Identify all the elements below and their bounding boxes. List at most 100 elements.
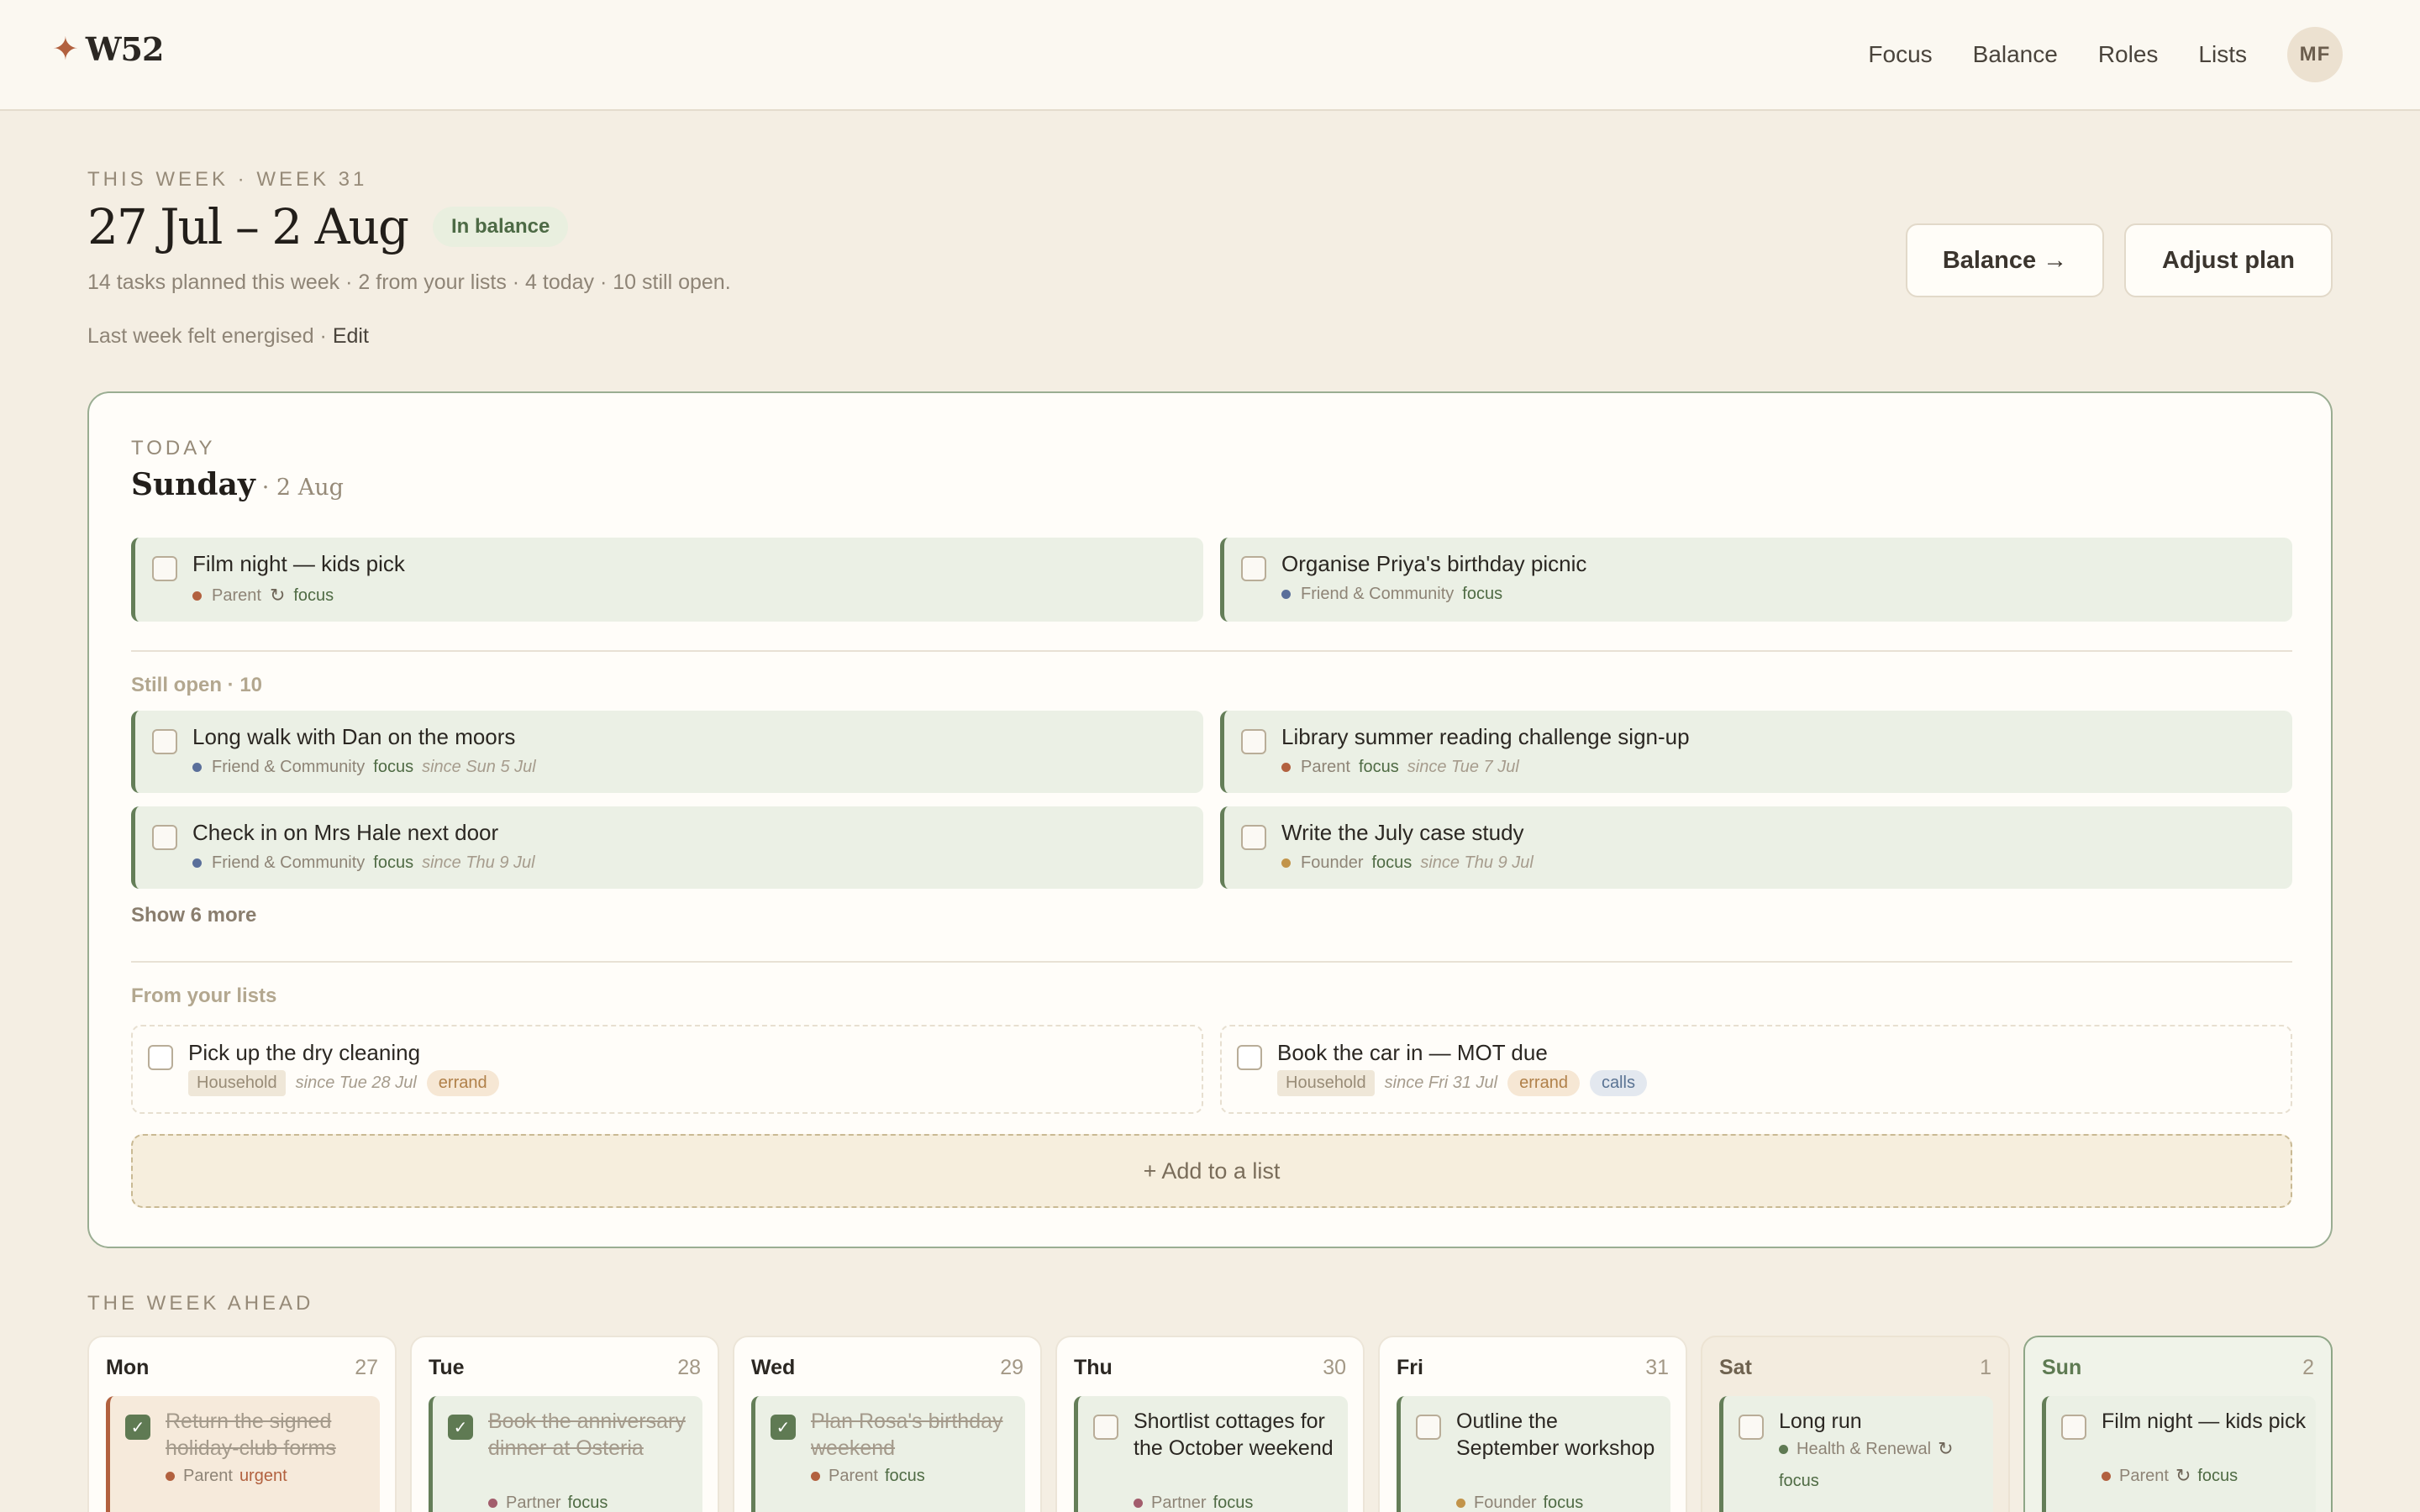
day-number: 30 — [1323, 1356, 1346, 1379]
day-column-fri: Fri 31 Outline the September workshop Fo… — [1378, 1336, 1687, 1512]
repeat-icon: ↻ — [1938, 1438, 1954, 1459]
nav-focus[interactable]: Focus — [1868, 41, 1932, 68]
adjust-plan-button[interactable]: Adjust plan — [2124, 223, 2333, 297]
app-logo[interactable]: ✦ W52 — [52, 30, 164, 68]
task-tag: focus — [293, 585, 334, 605]
task-title: Book the car in — MOT due — [1277, 1040, 1548, 1065]
task-checkbox[interactable] — [2061, 1415, 2086, 1440]
nav-roles[interactable]: Roles — [2098, 41, 2159, 68]
day-task[interactable]: ✓ Return the signed holiday-club forms P… — [106, 1396, 380, 1512]
day-column-mon: Mon 27 ✓ Return the signed holiday-club … — [87, 1336, 397, 1512]
week-feeling: Last week felt energised · Edit — [87, 324, 369, 349]
task-since: since Tue 7 Jul — [1407, 758, 1519, 776]
star-icon: ✦ — [52, 31, 79, 67]
task-title: Long walk with Dan on the moors — [192, 724, 516, 749]
task-card[interactable]: Film night — kids pick Parent ↻ focus — [131, 538, 1203, 622]
lists-label: From your lists — [131, 984, 277, 1007]
day-name: Wed — [751, 1356, 796, 1379]
task-title: Film night — kids pick — [192, 551, 405, 576]
task-role: Founder — [1474, 1494, 1537, 1512]
task-title: Return the signed holiday-club forms — [166, 1410, 336, 1460]
day-name: Mon — [106, 1356, 150, 1379]
task-tag: focus — [2197, 1467, 2238, 1485]
task-since: since Thu 9 Jul — [422, 853, 535, 872]
task-checkbox[interactable] — [1241, 729, 1266, 754]
task-tag: focus — [1213, 1494, 1254, 1512]
today-card: TODAY Sunday · 2 Aug Film night — kids p… — [87, 391, 2333, 1248]
role-dot-icon — [1456, 1498, 1465, 1508]
day-task[interactable]: Outline the September workshop Founder f… — [1397, 1396, 1670, 1512]
task-card[interactable]: Library summer reading challenge sign-up… — [1220, 711, 2292, 793]
show-more-link[interactable]: Show 6 more — [131, 904, 256, 927]
list-task-card[interactable]: Pick up the dry cleaning Household since… — [131, 1025, 1203, 1114]
task-since: since Thu 9 Jul — [1420, 853, 1534, 872]
task-tag: urgent — [239, 1467, 287, 1485]
task-tag: focus — [373, 758, 414, 776]
repeat-icon: ↻ — [269, 585, 286, 606]
task-checkbox[interactable] — [152, 556, 177, 581]
role-dot-icon — [192, 763, 202, 772]
day-name: Sat — [1719, 1356, 1752, 1379]
today-day: Sunday — [131, 467, 255, 502]
task-checkbox[interactable] — [152, 729, 177, 754]
task-tag: focus — [1543, 1494, 1584, 1512]
feeling-text: Last week felt energised · — [87, 324, 327, 348]
day-number: 31 — [1645, 1356, 1669, 1379]
role-dot-icon — [1134, 1498, 1143, 1508]
tag-pill: errand — [1507, 1070, 1580, 1096]
day-number: 29 — [1000, 1356, 1023, 1379]
task-title: Outline the September workshop — [1456, 1410, 1655, 1460]
task-card[interactable]: Long walk with Dan on the moors Friend &… — [131, 711, 1203, 793]
task-meta: Founder focus since Thu 9 Jul — [1281, 853, 1534, 873]
day-column-sun: Sun 2 Film night — kids pick Parent ↻ fo… — [2023, 1336, 2333, 1512]
task-checkbox[interactable] — [1241, 556, 1266, 581]
day-task[interactable]: Long run Health & Renewal ↻ focus — [1719, 1396, 1993, 1512]
role-dot-icon — [192, 591, 202, 601]
task-role: Friend & Community — [212, 758, 366, 776]
balance-button[interactable]: Balance → — [1906, 223, 2104, 297]
today-heading: Sunday · 2 Aug — [131, 467, 344, 502]
task-checkbox[interactable] — [1237, 1045, 1262, 1070]
day-task[interactable]: ✓ Plan Rosa's birthday weekend Parent fo… — [751, 1396, 1025, 1512]
task-meta: Founder focus — [1456, 1490, 1675, 1512]
task-card[interactable]: Write the July case study Founder focus … — [1220, 806, 2292, 889]
nav-lists[interactable]: Lists — [2198, 41, 2247, 68]
task-checkbox[interactable] — [1416, 1415, 1441, 1440]
task-checkbox[interactable] — [1739, 1415, 1764, 1440]
day-column-wed: Wed 29 ✓ Plan Rosa's birthday weekend Pa… — [733, 1336, 1042, 1512]
check-icon[interactable]: ✓ — [125, 1415, 150, 1440]
task-title: Plan Rosa's birthday weekend — [811, 1410, 1003, 1460]
edit-feeling-link[interactable]: Edit — [333, 324, 369, 348]
task-role: Parent — [1301, 758, 1350, 776]
day-task[interactable]: Shortlist cottages for the October weeke… — [1074, 1396, 1348, 1512]
task-checkbox[interactable] — [1241, 825, 1266, 850]
task-card[interactable]: Check in on Mrs Hale next door Friend & … — [131, 806, 1203, 889]
task-checkbox[interactable] — [152, 825, 177, 850]
day-task[interactable]: Film night — kids pick Parent ↻ focus — [2042, 1396, 2316, 1512]
task-since: since Sun 5 Jul — [422, 758, 536, 776]
task-title: Organise Priya's birthday picnic — [1281, 551, 1587, 576]
day-name: Sun — [2042, 1356, 2082, 1379]
day-task[interactable]: ✓ Book the anniversary dinner at Osteria… — [429, 1396, 702, 1512]
add-to-list-button[interactable]: + Add to a list — [131, 1134, 2292, 1208]
task-title: Shortlist cottages for the October weeke… — [1134, 1410, 1334, 1460]
task-role: Parent — [2119, 1467, 2169, 1485]
week-summary: 14 tasks planned this week · 2 from your… — [87, 270, 731, 294]
task-checkbox[interactable] — [148, 1045, 173, 1070]
task-tag: focus — [1779, 1472, 1819, 1490]
task-meta: Parent ↻ focus — [2102, 1463, 2320, 1488]
task-checkbox[interactable] — [1093, 1415, 1118, 1440]
status-badge: In balance — [432, 207, 569, 247]
check-icon[interactable]: ✓ — [771, 1415, 796, 1440]
avatar[interactable]: MF — [2287, 27, 2343, 82]
nav-balance[interactable]: Balance — [1973, 41, 2058, 68]
task-role: Friend & Community — [1301, 585, 1455, 603]
task-card[interactable]: Organise Priya's birthday picnic Friend … — [1220, 538, 2292, 622]
role-dot-icon — [1281, 858, 1291, 868]
day-number: 1 — [1980, 1356, 1991, 1379]
task-role: Partner — [506, 1494, 561, 1512]
task-title: Book the anniversary dinner at Osteria — [488, 1410, 686, 1460]
task-tag: focus — [884, 1467, 925, 1485]
list-task-card[interactable]: Book the car in — MOT due Household sinc… — [1220, 1025, 2292, 1114]
check-icon[interactable]: ✓ — [448, 1415, 473, 1440]
